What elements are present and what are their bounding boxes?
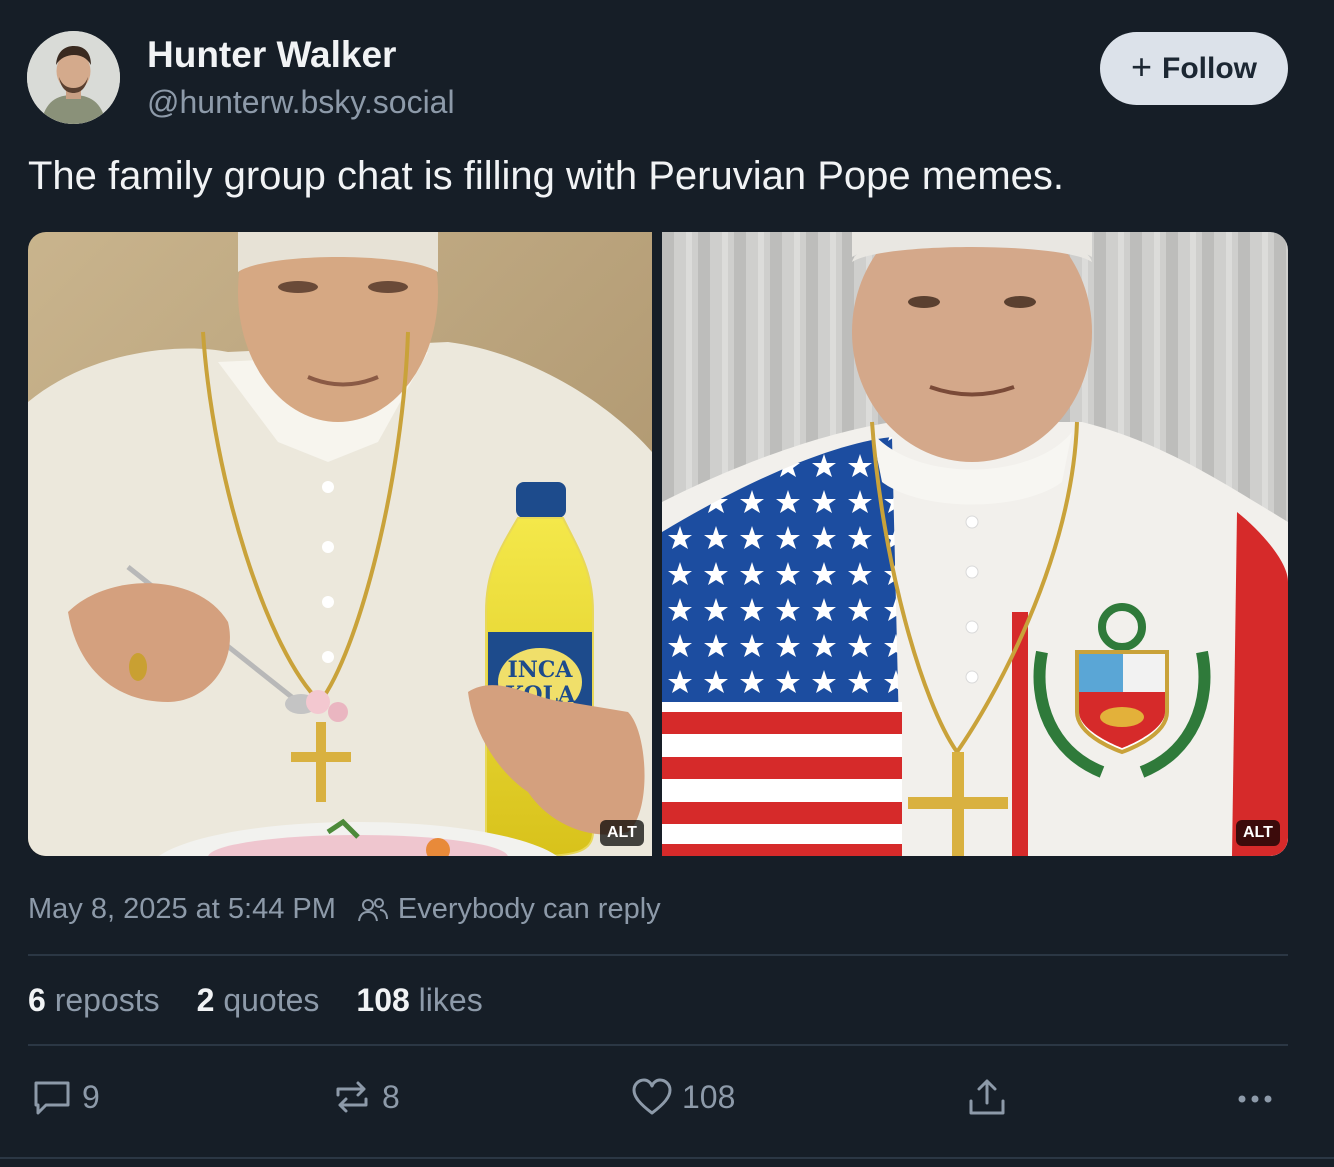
more-options-button[interactable]: [1234, 1075, 1278, 1119]
post-card: Hunter Walker @hunterw.bsky.social + Fol…: [0, 0, 1334, 1167]
author-name[interactable]: Hunter Walker: [147, 34, 396, 76]
author-handle[interactable]: @hunterw.bsky.social: [147, 84, 455, 121]
likes-stat[interactable]: 108 likes: [356, 982, 482, 1019]
plus-icon: +: [1130, 46, 1153, 87]
quotes-stat[interactable]: 2 quotes: [197, 982, 320, 1019]
post-text: The family group chat is filling with Pe…: [28, 154, 1065, 198]
heart-icon: [632, 1078, 672, 1115]
divider: [28, 954, 1288, 956]
divider: [28, 1044, 1288, 1046]
more-icon: [1238, 1095, 1272, 1103]
share-icon: [969, 1079, 1005, 1115]
share-button[interactable]: [965, 1075, 1009, 1119]
like-button[interactable]: 108: [630, 1075, 735, 1119]
post-image-1[interactable]: INCA KOLA: [28, 232, 652, 856]
post-meta: May 8, 2025 at 5:44 PM Everybody can rep…: [28, 893, 661, 926]
post-timestamp[interactable]: May 8, 2025 at 5:44 PM: [28, 893, 336, 926]
repost-count: 8: [382, 1078, 400, 1115]
alt-badge[interactable]: ALT: [1236, 820, 1280, 846]
people-icon: [357, 897, 388, 921]
repost-button[interactable]: 8: [330, 1075, 400, 1119]
divider: [0, 1157, 1334, 1159]
like-count: 108: [682, 1078, 736, 1115]
reposts-stat[interactable]: 6 reposts: [28, 982, 160, 1019]
follow-button[interactable]: + Follow: [1100, 32, 1288, 105]
repost-icon: [336, 1081, 368, 1113]
comment-icon: [34, 1081, 70, 1115]
alt-badge[interactable]: ALT: [600, 820, 644, 846]
post-actions: 9 8 108: [0, 1075, 1334, 1125]
user-avatar[interactable]: [27, 31, 120, 124]
reply-setting: Everybody can reply: [356, 893, 661, 926]
post-stats: 6 reposts 2 quotes 108 likes: [28, 982, 483, 1019]
bottle-label-line1: INCA: [508, 657, 574, 683]
reply-button[interactable]: 9: [30, 1075, 100, 1119]
reply-count: 9: [82, 1078, 100, 1115]
follow-label: Follow: [1162, 51, 1257, 85]
reply-setting-label: Everybody can reply: [397, 893, 661, 925]
post-image-2[interactable]: [662, 232, 1288, 856]
